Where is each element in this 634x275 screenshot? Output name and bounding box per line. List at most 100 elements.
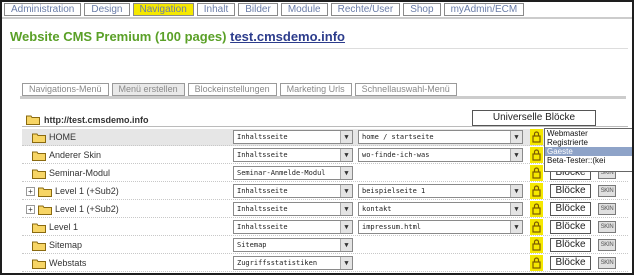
tab-blockeinstellungen[interactable]: Blockeinstellungen <box>187 83 277 96</box>
chevron-down-icon: ▼ <box>510 131 522 143</box>
chevron-down-icon: ▼ <box>340 221 352 233</box>
tree-row: Seminar-Modul Seminar-Anmelde-Modul ▼ Blöck… <box>22 165 628 182</box>
rights-option[interactable]: Beta-Tester::(kei <box>545 156 632 165</box>
folder-icon <box>32 259 46 269</box>
page-type-value: Inhaltsseite <box>237 223 288 231</box>
lock-icon[interactable] <box>530 129 543 145</box>
blocks-button[interactable]: Blöcke <box>550 184 591 198</box>
nav-tab-navigation[interactable]: Navigation <box>132 3 194 16</box>
nav-tab-module[interactable]: Module <box>280 3 328 16</box>
nav-tab-inhalt[interactable]: Inhalt <box>196 3 236 16</box>
universal-blocks-button[interactable]: Universelle Blöcke <box>472 110 596 126</box>
menu-item-name[interactable]: Sitemap <box>49 240 82 250</box>
tab-men-erstellen[interactable]: Menü erstellen <box>111 83 185 96</box>
expand-icon[interactable]: + <box>26 205 35 214</box>
sub-tabs: Navigations-Menü Menü erstellen Blockeinst… <box>22 83 457 96</box>
chevron-down-icon: ▼ <box>510 149 522 161</box>
page-type-select[interactable]: Inhaltsseite ▼ <box>233 130 353 144</box>
tab-navigations-men-[interactable]: Navigations-Menü <box>22 83 109 96</box>
menu-item-name[interactable]: Webstats <box>49 258 86 268</box>
main-navigation: Administration Design Navigation Inhalt Bild… <box>4 3 632 16</box>
blocks-button[interactable]: Blöcke <box>550 202 591 216</box>
page-type-value: Inhaltsseite <box>237 205 288 213</box>
menu-item-name[interactable]: HOME <box>49 132 76 142</box>
blocks-button[interactable]: Blöcke <box>550 220 591 234</box>
tab-schnellauswahl-men-[interactable]: Schnellauswahl-Menü <box>354 83 457 96</box>
menu-item-name[interactable]: Anderer Skin <box>49 150 101 160</box>
target-page-select[interactable]: beispielseite 1 ▼ <box>358 184 523 198</box>
site-url-link[interactable]: test.cmsdemo.info <box>230 29 345 44</box>
folder-icon <box>32 241 46 251</box>
title-divider <box>10 48 628 49</box>
site-title-text: Website CMS Premium (100 pages) <box>10 29 227 44</box>
nav-tab-rechte-user[interactable]: Rechte/User <box>330 3 401 16</box>
lock-icon[interactable] <box>530 219 543 235</box>
menu-item-name[interactable]: Level 1 <box>49 222 78 232</box>
chevron-down-icon: ▼ <box>340 149 352 161</box>
target-page-value: impressum.html <box>362 223 422 231</box>
target-page-select[interactable]: home / startseite ▼ <box>358 130 523 144</box>
page-type-select[interactable]: Inhaltsseite ▼ <box>233 184 353 198</box>
menu-item-name[interactable]: Level 1 (+Sub2) <box>55 204 119 214</box>
blocks-button[interactable]: Blöcke <box>550 238 591 252</box>
folder-icon <box>38 205 52 215</box>
skin-button[interactable]: SKIN <box>598 221 616 233</box>
folder-icon <box>32 169 46 179</box>
expand-icon[interactable]: + <box>26 187 35 196</box>
cms-window: Administration Design Navigation Inhalt Bild… <box>0 0 634 275</box>
lock-icon[interactable] <box>530 183 543 199</box>
page-type-select[interactable]: Seminar-Anmelde-Modul ▼ <box>233 166 353 180</box>
page-type-select[interactable]: Zugriffsstatistiken ▼ <box>233 256 353 270</box>
nav-tab-bilder[interactable]: Bilder <box>238 3 278 16</box>
target-page-select[interactable]: wo-finde-ich-was ▼ <box>358 148 523 162</box>
chevron-down-icon: ▼ <box>340 203 352 215</box>
lock-icon[interactable] <box>530 147 543 163</box>
page-type-select[interactable]: Inhaltsseite ▼ <box>233 148 353 162</box>
menu-item-name[interactable]: Level 1 (+Sub2) <box>55 186 119 196</box>
chevron-down-icon: ▼ <box>340 131 352 143</box>
menu-item-name[interactable]: Seminar-Modul <box>49 168 110 178</box>
page-type-select[interactable]: Inhaltsseite ▼ <box>233 220 353 234</box>
skin-button[interactable]: SKIN <box>598 203 616 215</box>
tree-row: Level 1 Inhaltsseite ▼ impressum.html ▼ Blöck… <box>22 219 628 236</box>
rights-option[interactable]: Webmaster <box>545 129 632 138</box>
blocks-button[interactable]: Blöcke <box>550 256 591 270</box>
page-type-select[interactable]: Inhaltsseite ▼ <box>233 202 353 216</box>
tree-row: + Level 1 (+Sub2) Inhaltsseite ▼ beispielsei… <box>22 183 628 200</box>
page-type-value: Inhaltsseite <box>237 133 288 141</box>
nav-tab-myadmin-ecm[interactable]: myAdmin/ECM <box>443 3 525 16</box>
chevron-down-icon: ▼ <box>510 203 522 215</box>
tab-marketing-urls[interactable]: Marketing Urls <box>279 83 352 96</box>
skin-button[interactable]: SKIN <box>598 239 616 251</box>
tree-header-divider <box>22 126 628 127</box>
rights-option[interactable]: Registrierte <box>545 138 632 147</box>
skin-button[interactable]: SKIN <box>598 185 616 197</box>
chevron-down-icon: ▼ <box>340 257 352 269</box>
chevron-down-icon: ▼ <box>510 185 522 197</box>
skin-button[interactable]: SKIN <box>598 257 616 269</box>
lock-icon[interactable] <box>530 237 543 253</box>
target-page-value: beispielseite 1 <box>362 187 426 195</box>
rights-listbox[interactable]: Webmaster Registrierte Gaeste Beta-Tester::… <box>544 128 632 172</box>
page-type-select[interactable]: Sitemap ▼ <box>233 238 353 252</box>
target-page-select[interactable]: impressum.html ▼ <box>358 220 523 234</box>
target-page-value: kontakt <box>362 205 392 213</box>
tree-row: Sitemap Sitemap ▼ Blöcke SKIN <box>22 237 628 254</box>
rights-option[interactable]: Gaeste <box>545 147 632 156</box>
tree-row: Anderer Skin Inhaltsseite ▼ wo-finde-ich-wa… <box>22 147 628 164</box>
lock-icon[interactable] <box>530 201 543 217</box>
folder-icon <box>32 151 46 161</box>
nav-tab-shop[interactable]: Shop <box>403 3 441 16</box>
tree-row: HOMEInhaltsseite▼home / startseite▼Blöck… <box>22 129 628 146</box>
tree-row: + Level 1 (+Sub2) Inhaltsseite ▼ kontakt ▼ Blö… <box>22 201 628 218</box>
lock-icon[interactable] <box>530 165 543 181</box>
target-page-select[interactable]: kontakt ▼ <box>358 202 523 216</box>
folder-icon <box>32 133 46 143</box>
tree-root: http://test.cmsdemo.info <box>26 113 149 126</box>
page-type-value: Inhaltsseite <box>237 151 288 159</box>
lock-icon[interactable] <box>530 255 543 271</box>
nav-tab-administration[interactable]: Administration <box>4 3 82 16</box>
nav-tab-design[interactable]: Design <box>84 3 130 16</box>
chevron-down-icon: ▼ <box>510 221 522 233</box>
target-page-value: wo-finde-ich-was <box>362 151 430 159</box>
